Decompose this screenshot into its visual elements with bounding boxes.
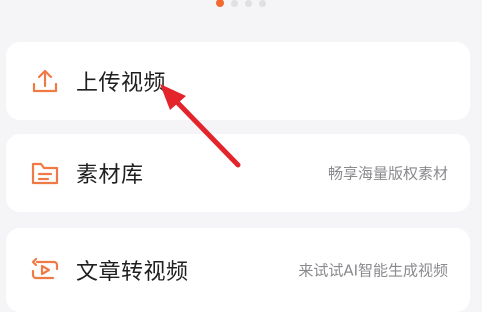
- article-to-video-label: 文章转视频: [76, 260, 189, 285]
- upload-icon: [28, 64, 62, 98]
- article-to-video-item[interactable]: 文章转视频 来试试AI智能生成视频: [6, 228, 470, 312]
- upload-video-item[interactable]: 上传视频: [6, 42, 470, 120]
- pager-dot[interactable]: [245, 0, 252, 7]
- material-library-label: 素材库: [76, 163, 144, 188]
- upload-video-label: 上传视频: [76, 71, 167, 96]
- carousel-pager: [0, 0, 482, 8]
- pager-dot[interactable]: [259, 0, 266, 7]
- pager-dot[interactable]: [231, 0, 238, 7]
- article-video-icon: [28, 253, 62, 287]
- material-library-subtitle: 畅享海量版权素材: [327, 164, 448, 183]
- article-to-video-subtitle: 来试试AI智能生成视频: [298, 261, 448, 280]
- material-library-item[interactable]: 素材库 畅享海量版权素材: [6, 134, 470, 212]
- pager-dot-active[interactable]: [216, 0, 224, 7]
- folder-icon: [28, 156, 62, 190]
